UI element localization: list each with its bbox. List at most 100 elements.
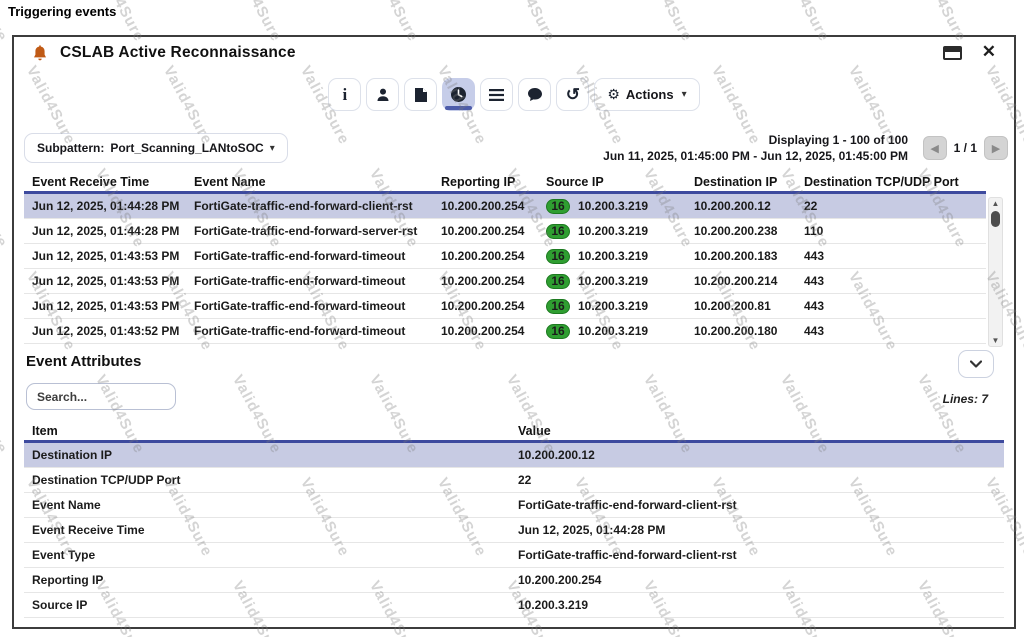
attributes-search-input[interactable] [26, 383, 176, 410]
subpattern-value: Port_Scanning_LANtoSOC [110, 141, 263, 155]
attribute-row[interactable]: Event NameFortiGate-traffic-end-forward-… [24, 493, 1004, 518]
event-count-badge[interactable]: 16 [546, 224, 570, 239]
event-receive-time: Jun 12, 2025, 01:43:52 PM [24, 324, 194, 338]
table-row[interactable]: Jun 12, 2025, 01:43:53 PMFortiGate-traff… [24, 294, 986, 319]
event-name: FortiGate-traffic-end-forward-timeout [194, 324, 441, 338]
attribute-item: Reporting IP [24, 573, 518, 587]
event-count-badge[interactable]: 16 [546, 299, 570, 314]
attribute-item: Event Name [24, 498, 518, 512]
pagination: ◀ 1 / 1 ▶ [923, 136, 1008, 160]
dialog-title: CSLAB Active Reconnaissance [60, 44, 296, 62]
reporting-ip: 10.200.200.254 [441, 224, 546, 238]
source-ip-cell: 1610.200.3.219 [546, 224, 694, 239]
col-destination-port[interactable]: Destination TCP/UDP Port [804, 175, 986, 189]
subpattern-dropdown[interactable]: Subpattern: Port_Scanning_LANtoSOC ▾ [24, 133, 288, 163]
rule-button[interactable] [480, 78, 513, 111]
page-indicator: 1 / 1 [954, 141, 977, 155]
attribute-value: FortiGate-traffic-end-forward-client-rst [518, 548, 1004, 562]
source-ip: 10.200.3.219 [578, 299, 648, 313]
source-ip: 10.200.3.219 [578, 199, 648, 213]
list-icon [489, 89, 504, 101]
clock-icon [450, 86, 467, 103]
table-row[interactable]: Jun 12, 2025, 01:43:52 PMFortiGate-traff… [24, 319, 986, 344]
source-ip: 10.200.3.219 [578, 274, 648, 288]
close-icon[interactable]: ✕ [982, 42, 996, 62]
destination-port: 443 [804, 324, 986, 338]
source-ip-cell: 1610.200.3.219 [546, 249, 694, 264]
col-item[interactable]: Item [24, 424, 518, 438]
chevron-down-icon: ▾ [270, 143, 275, 154]
table-row[interactable]: Jun 12, 2025, 01:44:28 PMFortiGate-traff… [24, 194, 986, 219]
window-restore-icon[interactable] [943, 46, 962, 60]
event-count-badge[interactable]: 16 [546, 249, 570, 264]
scroll-up-icon[interactable]: ▲ [989, 199, 1002, 208]
attribute-row[interactable]: Event Receive TimeJun 12, 2025, 01:44:28… [24, 518, 1004, 543]
event-name: FortiGate-traffic-end-forward-client-rst [194, 199, 441, 213]
attribute-row[interactable]: Destination IP10.200.200.12 [24, 443, 1004, 468]
destination-port: 110 [804, 224, 986, 238]
attribute-row[interactable]: Destination TCP/UDP Port22 [24, 468, 1004, 493]
reporting-ip: 10.200.200.254 [441, 274, 546, 288]
impacted-entities-button[interactable] [366, 78, 399, 111]
scrollbar-thumb[interactable] [991, 211, 1000, 227]
arrow-right-icon: ▶ [992, 142, 1000, 155]
col-source-ip[interactable]: Source IP [546, 175, 694, 189]
destination-ip: 10.200.200.238 [694, 224, 804, 238]
destination-port: 443 [804, 249, 986, 263]
triggering-events-button[interactable] [442, 78, 475, 111]
page-title: Triggering events [8, 4, 116, 19]
table-row[interactable]: Jun 12, 2025, 01:43:53 PMFortiGate-traff… [24, 269, 986, 294]
col-reporting-ip[interactable]: Reporting IP [441, 175, 546, 189]
attribute-value: Jun 12, 2025, 01:44:28 PM [518, 523, 1004, 537]
source-ip-cell: 16 10.200.3.219 [546, 274, 694, 289]
attribute-row[interactable]: Reporting IP10.200.200.254 [24, 568, 1004, 593]
actions-button[interactable]: ⚙ Actions ▾ [594, 78, 699, 111]
result-range-info: Displaying 1 - 100 of 100 Jun 11, 2025, … [603, 132, 908, 164]
chat-bubble-icon [527, 87, 543, 102]
events-scrollbar[interactable]: ▲ ▼ [988, 197, 1003, 347]
event-count-badge[interactable]: 16 [546, 199, 570, 214]
subpattern-label: Subpattern: [37, 141, 104, 155]
event-count-badge[interactable]: 16 [546, 324, 570, 339]
attribute-value: 10.200.200.12 [518, 448, 1004, 462]
col-event-receive-time[interactable]: Event Receive Time [24, 175, 194, 189]
col-destination-ip[interactable]: Destination IP [694, 175, 804, 189]
attribute-item: Event Type [24, 548, 518, 562]
reporting-ip: 10.200.200.254 [441, 324, 546, 338]
date-range-text: Jun 11, 2025, 01:45:00 PM - Jun 12, 2025… [603, 148, 908, 164]
attribute-row[interactable]: Source IP10.200.3.219 [24, 593, 1004, 618]
next-page-button[interactable]: ▶ [984, 136, 1008, 160]
reporting-ip: 10.200.200.254 [441, 249, 546, 263]
attribute-item: Destination IP [24, 448, 518, 462]
attribute-item: Event Receive Time [24, 523, 518, 537]
table-row[interactable]: Jun 12, 2025, 01:44:28 PMFortiGate-traff… [24, 219, 986, 244]
history-icon: ↺ [566, 85, 580, 105]
event-receive-time: Jun 12, 2025, 01:43:53 PM [24, 274, 194, 288]
event-attributes-heading: Event Attributes [26, 353, 141, 370]
collapse-attributes-button[interactable] [958, 350, 994, 378]
event-count-badge[interactable]: 16 [546, 274, 570, 289]
user-icon [375, 87, 391, 103]
attributes-table-header: Item Value [24, 422, 1004, 443]
attributes-table: Item Value Destination IP10.200.200.12De… [24, 422, 1004, 618]
raw-events-button[interactable] [404, 78, 437, 111]
comments-button[interactable] [518, 78, 551, 111]
reporting-ip: 10.200.200.254 [441, 199, 546, 213]
actions-label: Actions [626, 87, 674, 102]
scroll-down-icon[interactable]: ▼ [989, 336, 1002, 345]
source-ip-cell: 16 10.200.3.219 [546, 299, 694, 314]
attribute-value: FortiGate-traffic-end-forward-client-rst [518, 498, 1004, 512]
source-ip: 10.200.3.219 [578, 324, 648, 338]
details-button[interactable]: i [328, 78, 361, 111]
history-button[interactable]: ↺ [556, 78, 589, 111]
event-name: FortiGate-traffic-end-forward-timeout [194, 249, 441, 263]
col-value[interactable]: Value [518, 424, 1004, 438]
prev-page-button[interactable]: ◀ [923, 136, 947, 160]
event-receive-time: Jun 12, 2025, 01:44:28 PM [24, 199, 194, 213]
attribute-row[interactable]: Event TypeFortiGate-traffic-end-forward-… [24, 543, 1004, 568]
dialog-header: CSLAB Active Reconnaissance ✕ [14, 37, 1014, 71]
lines-count: Lines: 7 [943, 392, 988, 406]
col-event-name[interactable]: Event Name [194, 175, 441, 189]
attribute-item: Destination TCP/UDP Port [24, 473, 518, 487]
table-row[interactable]: Jun 12, 2025, 01:43:53 PMFortiGate-traff… [24, 244, 986, 269]
